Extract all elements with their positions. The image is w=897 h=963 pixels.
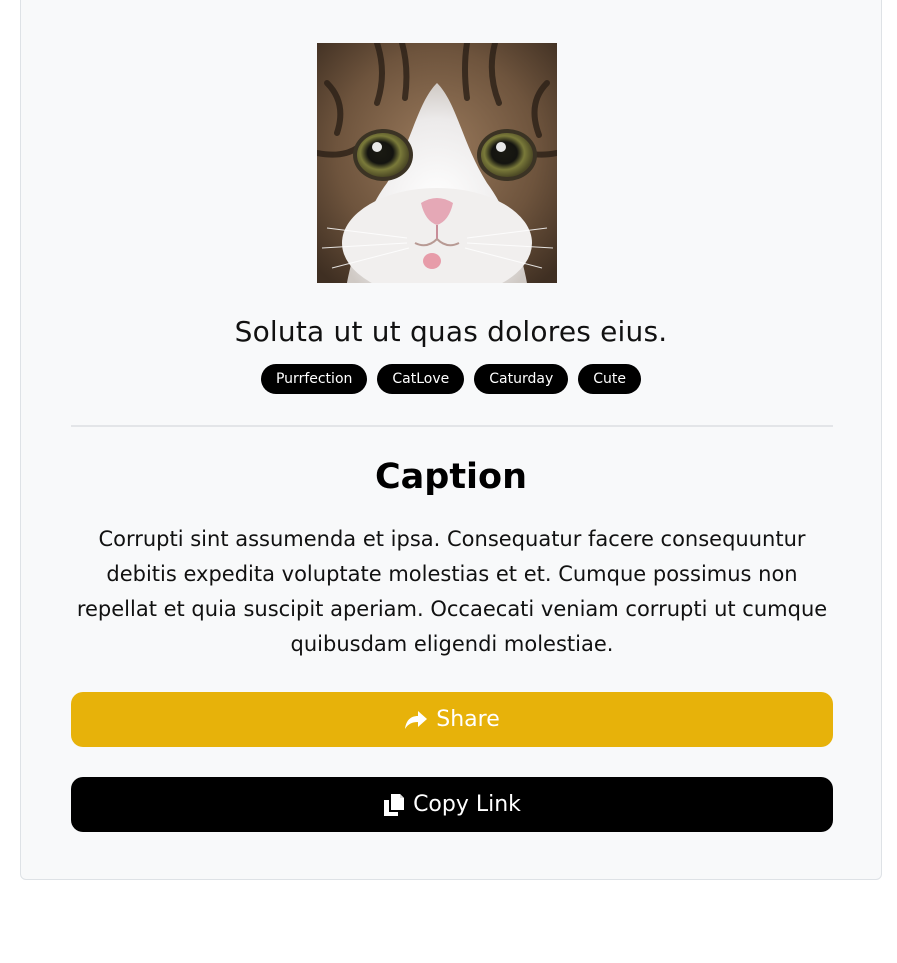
tag-purrfection[interactable]: Purrfection bbox=[260, 364, 368, 394]
tag-caturday[interactable]: Caturday bbox=[474, 364, 569, 394]
post-card: Soluta ut ut quas dolores eius. Purrfect… bbox=[20, 0, 882, 880]
tag-catlove[interactable]: CatLove bbox=[377, 364, 465, 394]
tag-cute[interactable]: Cute bbox=[578, 364, 642, 394]
post-title: Soluta ut ut quas dolores eius. bbox=[234, 315, 668, 348]
share-button-label: Share bbox=[436, 707, 500, 732]
section-divider bbox=[71, 425, 833, 427]
copy-link-button[interactable]: Copy Link bbox=[71, 777, 833, 832]
copy-button-label: Copy Link bbox=[413, 792, 521, 817]
cat-photo bbox=[317, 43, 557, 283]
caption-heading: Caption bbox=[374, 457, 528, 497]
share-button[interactable]: Share bbox=[71, 692, 833, 747]
copy-icon bbox=[383, 793, 405, 817]
caption-text: Corrupti sint assumenda et ipsa. Consequ… bbox=[76, 527, 828, 656]
tag-list: Purrfection CatLove Caturday Cute bbox=[21, 364, 881, 394]
share-arrow-icon bbox=[404, 710, 428, 730]
